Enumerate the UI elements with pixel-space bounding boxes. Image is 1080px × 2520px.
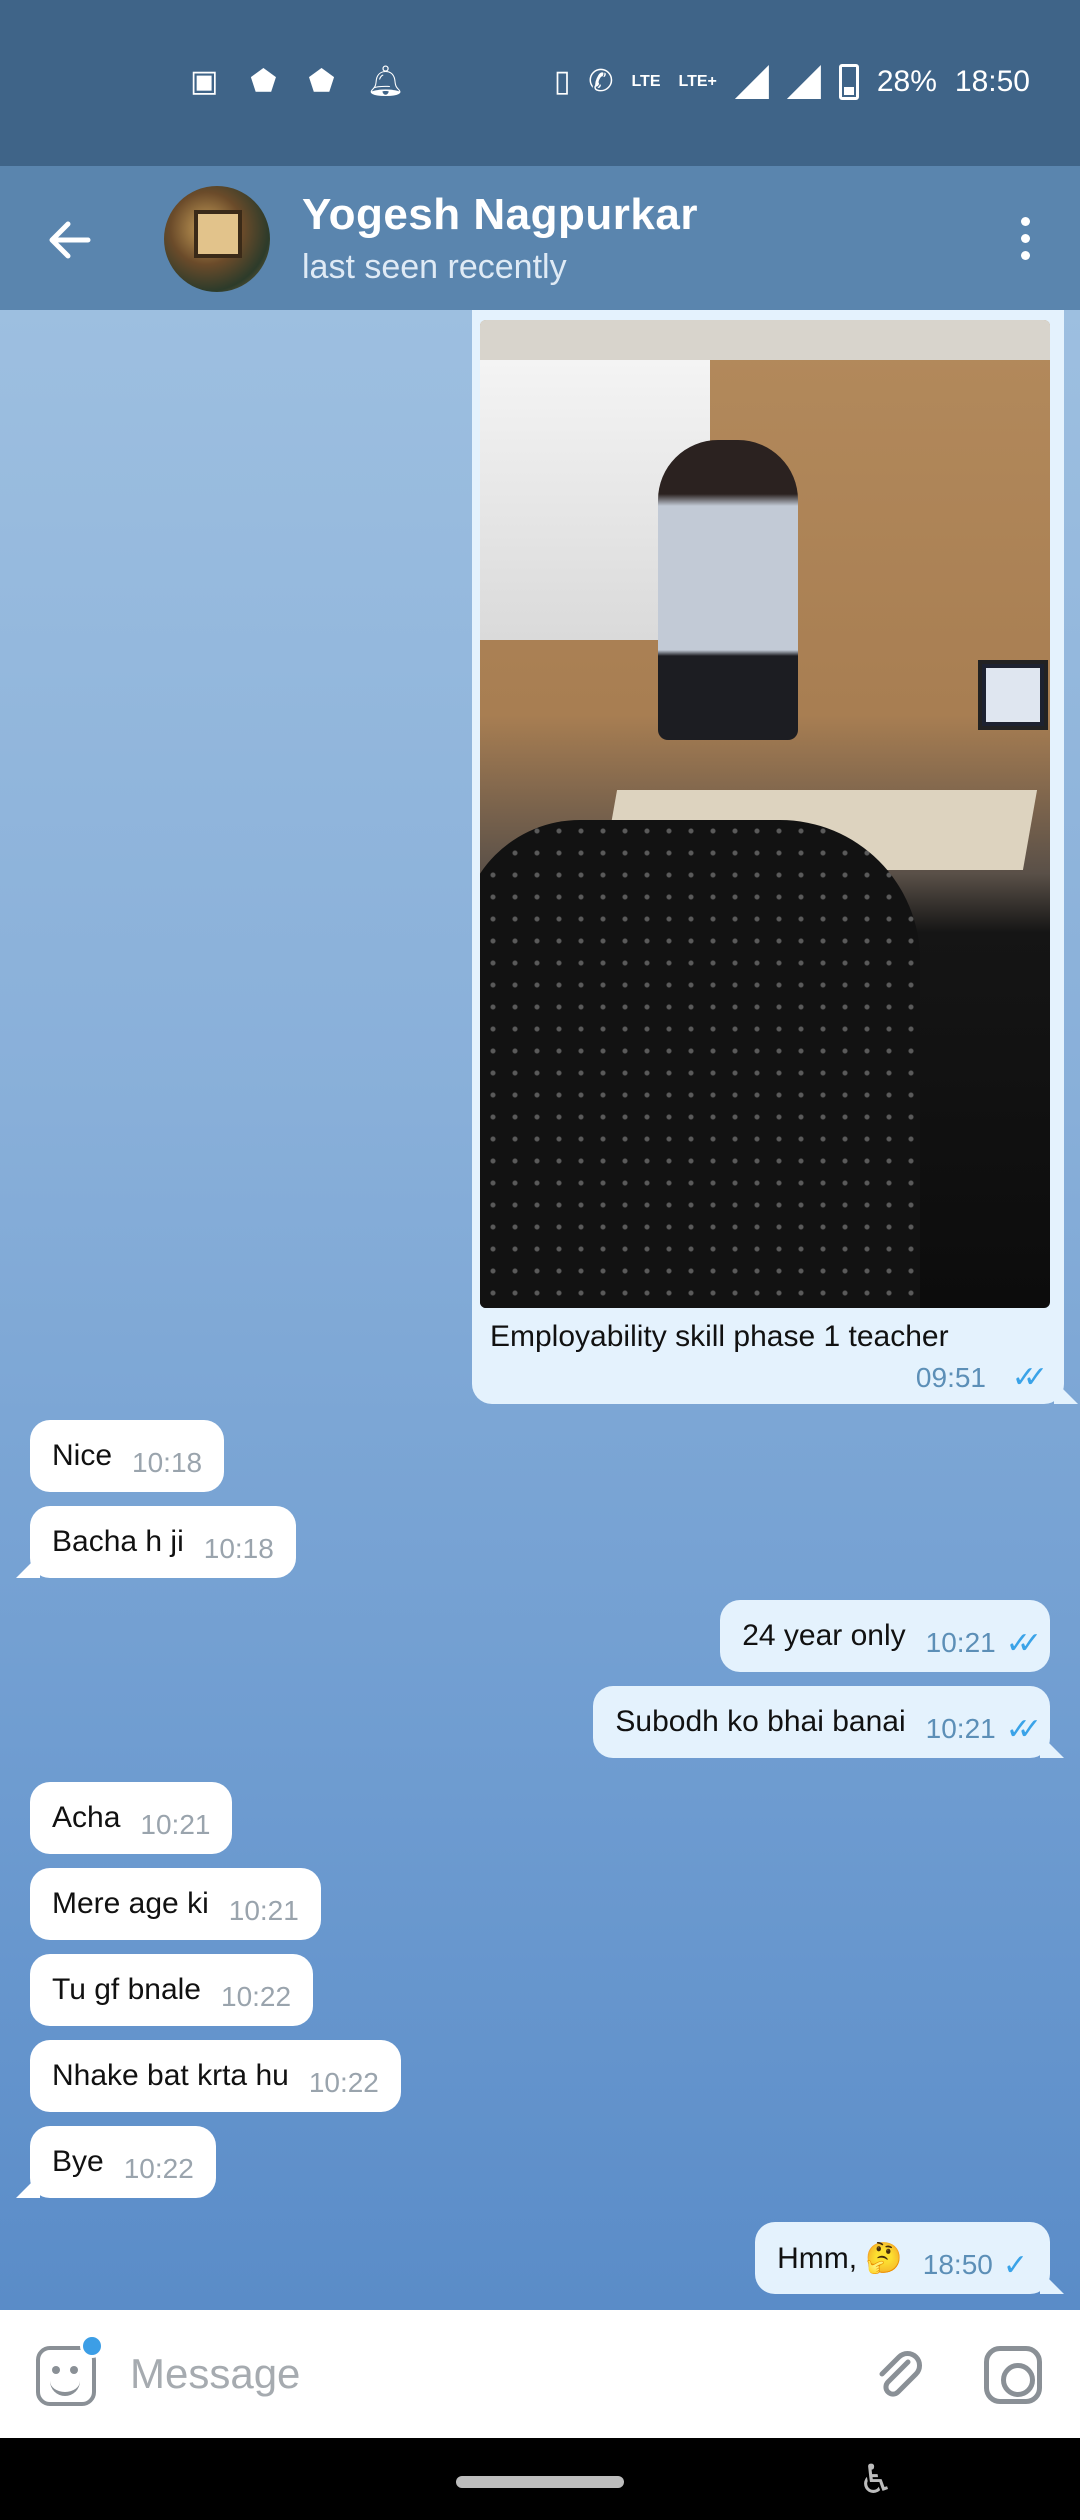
double-check-icon: ✓✓ — [1005, 1626, 1042, 1660]
bell-icon: 🔔︎ — [366, 65, 405, 98]
message-text: Acha — [52, 1801, 121, 1834]
incoming-message[interactable]: Acha 10:21 — [30, 1782, 233, 1854]
outgoing-message[interactable]: 24 year only 10:21 ✓✓ — [720, 1600, 1050, 1672]
back-button[interactable] — [40, 210, 100, 270]
paperclip-icon — [879, 2351, 922, 2397]
outgoing-message[interactable]: Hmm, 🤔 18:50 ✓ — [755, 2222, 1050, 2294]
message-time: 18:50 — [922, 2249, 993, 2280]
network-type-2: LTE+ — [678, 73, 717, 90]
chat-header: Yogesh Nagpurkar last seen recently — [0, 166, 1080, 310]
message-time: 09:51 — [915, 1362, 986, 1393]
message-composer — [0, 2310, 1080, 2438]
attach-button[interactable] — [868, 2344, 928, 2404]
dot-icon — [1020, 233, 1030, 243]
home-gesture-bar[interactable] — [456, 2476, 624, 2488]
message-text: Hmm, 🤔 — [777, 2241, 903, 2275]
message-text: Nice — [52, 1439, 113, 1472]
message-time: 10:21 — [925, 1627, 996, 1658]
new-stickers-badge — [80, 2334, 104, 2358]
message-input[interactable] — [130, 2342, 830, 2406]
battery-icon — [838, 64, 859, 100]
system-icons: ▯ ✆ LTE LTE+ 28% 18:50 — [554, 62, 1030, 102]
dot-icon — [1020, 250, 1030, 260]
message-text: Subodh ko bhai banai — [615, 1705, 906, 1738]
signal-icon — [787, 65, 821, 99]
dot-icon — [1020, 216, 1030, 226]
message-photo[interactable] — [480, 320, 1050, 1308]
message-text: Bye — [52, 2145, 104, 2178]
outgoing-message[interactable]: Subodh ko bhai banai 10:21 ✓✓ — [593, 1686, 1050, 1758]
message-time: 10:22 — [308, 2067, 379, 2098]
message-time: 10:22 — [123, 2153, 194, 2184]
message-list[interactable]: Employability skill phase 1 teacher 09:5… — [0, 310, 1080, 2310]
vibrate-icon: ▯ — [553, 65, 571, 98]
status-bar: ▣ ⬟ ⬟ 🔔︎ ▯ ✆ LTE LTE+ 28% 18:50 — [0, 0, 1080, 166]
message-text: Bacha h ji — [52, 1525, 184, 1558]
photo-message[interactable]: Employability skill phase 1 teacher 09:5… — [472, 310, 1064, 1404]
incoming-message[interactable]: Nhake bat krta hu 10:22 — [30, 2040, 401, 2112]
message-time: 10:21 — [228, 1895, 299, 1926]
contact-name[interactable]: Yogesh Nagpurkar — [302, 190, 698, 240]
incoming-message[interactable]: Nice 10:18 — [30, 1420, 225, 1492]
message-time: 10:21 — [140, 1809, 211, 1840]
notification-icons: ▣ ⬟ ⬟ 🔔︎ — [190, 62, 405, 102]
battery-percent: 28% — [876, 65, 937, 98]
message-text: Mere age ki — [52, 1887, 209, 1920]
message-time: 10:18 — [132, 1447, 203, 1478]
incoming-message[interactable]: Bye 10:22 — [30, 2126, 216, 2198]
notification-icon: ▣ — [190, 65, 219, 98]
message-time: 10:21 — [925, 1713, 996, 1744]
double-check-icon: ✓✓ — [1005, 1712, 1042, 1746]
more-options-button[interactable] — [1000, 206, 1050, 270]
double-check-icon: ✓✓ — [1011, 1361, 1048, 1394]
check-icon: ✓ — [1002, 2248, 1028, 2282]
photo-caption: Employability skill phase 1 teacher — [490, 1320, 949, 1353]
incoming-message[interactable]: Bacha h ji 10:18 — [30, 1506, 296, 1578]
message-text: 24 year only — [742, 1619, 906, 1652]
system-navigation-bar: ♿︎ — [0, 2438, 1080, 2520]
clock: 18:50 — [954, 65, 1030, 98]
incoming-message[interactable]: Tu gf bnale 10:22 — [30, 1954, 314, 2026]
accessibility-icon[interactable]: ♿︎ — [856, 2456, 896, 2504]
network-type-1: LTE — [631, 73, 661, 90]
signal-icon — [735, 65, 769, 99]
message-time: 10:22 — [221, 1981, 292, 2012]
arrow-left-icon — [49, 221, 91, 259]
incoming-message[interactable]: Mere age ki 10:21 — [30, 1868, 321, 1940]
call-icon: ✆ — [588, 65, 614, 98]
camera-button[interactable] — [984, 2346, 1042, 2404]
bookmark-icon: ⬟ — [308, 65, 335, 98]
message-text: Nhake bat krta hu — [52, 2059, 289, 2092]
bookmark-icon: ⬟ — [250, 65, 277, 98]
message-time: 10:18 — [203, 1533, 274, 1564]
avatar[interactable] — [164, 186, 270, 292]
message-text: Tu gf bnale — [52, 1973, 201, 2006]
contact-status: last seen recently — [302, 248, 567, 286]
